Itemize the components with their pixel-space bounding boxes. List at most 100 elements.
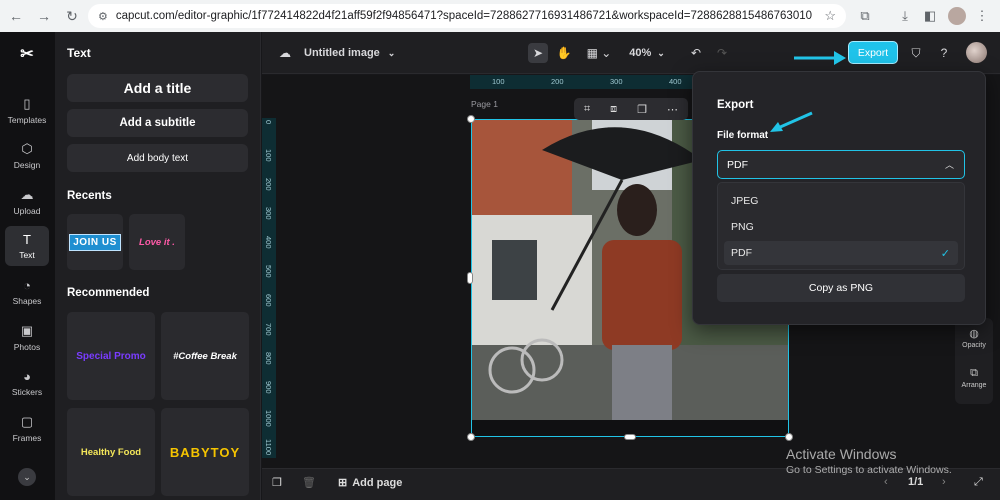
rail-label: Text [19,250,35,260]
prev-page-icon[interactable]: ‹ [884,476,888,488]
rail-label: Templates [7,114,47,125]
cloud-save-icon[interactable]: ☁ [276,43,294,63]
rail-label: Frames [12,432,42,443]
add-page-button[interactable]: ⊞ Add page [338,476,402,490]
rail-item-shapes[interactable]: ◔ Shapes [5,272,49,312]
rail-label: Stickers [11,387,43,397]
recommended-item[interactable]: Special Promo [67,312,155,400]
recent-item[interactable]: JOIN US [67,214,123,270]
resize-handle[interactable] [785,433,793,441]
layout-icon[interactable]: ▦ ⌄ [584,43,614,63]
format-option-png[interactable]: PNG [724,215,958,239]
smart-crop-icon[interactable]: ⧈ [610,103,617,116]
rail-label: Upload [13,205,41,216]
rail-label: Design [13,159,41,170]
arrange-label: Arrange [961,382,987,389]
recent-item-label: JOIN US [69,233,121,251]
back-icon[interactable]: ← [4,4,28,28]
resize-handle[interactable] [467,272,473,284]
frames-icon: ▢ [20,413,34,429]
export-button[interactable]: Export [848,41,898,64]
ruler-tick-label: 200 [551,77,564,86]
recommended-item[interactable]: Healthy Food [67,408,155,496]
browser-menu-icon[interactable]: ⋮ [970,4,994,28]
recent-item[interactable]: Love it . [129,214,185,270]
select-pointer-icon[interactable]: ➤ [528,43,548,63]
text-panel: Text Add a title Add a subtitle Add body… [55,32,261,500]
rail-item-design[interactable]: ⬡ Design [5,135,49,175]
document-title[interactable]: Untitled image ⌄ [304,43,395,63]
rail-item-frames[interactable]: ▢ Frames [5,408,49,448]
photos-icon: ▣ [20,322,34,338]
stickers-icon: ◕ [23,369,31,384]
resize-handle[interactable] [467,115,475,123]
crop-icon[interactable]: ⌗ [584,103,590,116]
fit-screen-icon[interactable]: ⤢ [974,476,983,489]
hand-pan-icon[interactable]: ✋ [554,43,574,63]
editor-toolbar: ☁ Untitled image ⌄ ➤ ✋ ▦ ⌄ 40% ⌄ ↶ ↷ Exp… [262,32,1000,74]
recommended-item[interactable]: #Coffee Break [161,312,249,400]
recommended-item[interactable]: BABYTOY [161,408,249,496]
file-format-value: PDF [727,158,748,171]
forward-icon[interactable]: → [32,4,56,28]
capcut-logo-icon[interactable]: ✂ [16,44,38,63]
resize-handle[interactable] [467,433,475,441]
add-title-button[interactable]: Add a title [67,74,248,102]
bookmark-star-icon[interactable]: ☆ [824,8,836,24]
next-page-icon[interactable]: › [942,476,946,488]
more-options-icon[interactable]: ⋯ [667,103,678,116]
ruler-tick-label: 500 [264,265,273,278]
design-icon: ⬡ [21,140,33,156]
windows-activation-watermark: Activate Windows [786,446,897,462]
file-format-select[interactable]: PDF ︿ [717,150,965,179]
redo-icon[interactable]: ↷ [712,43,732,63]
ruler-tick-label: 900 [264,381,273,394]
ruler-tick-label: 600 [264,294,273,307]
rail-item-stickers[interactable]: ◕ Stickers [5,363,49,403]
rail-item-photos[interactable]: ▣ Photos [5,317,49,357]
recommended-item-label: BABYTOY [169,444,241,460]
ruler-tick-label: 100 [264,149,273,162]
recommended-item-label: Special Promo [76,350,146,362]
format-option-label: PNG [731,221,754,233]
expand-chevron-icon[interactable]: ⌄ [18,468,36,486]
copy-as-png-button[interactable]: Copy as PNG [717,274,965,302]
shield-icon[interactable]: ⛉ [906,43,926,63]
rail-item-text[interactable]: T Text [5,226,49,266]
arrange-button[interactable]: ⧉ Arrange [955,358,993,398]
reload-icon[interactable]: ↻ [60,4,84,28]
url-text: capcut.com/editor-graphic/1f772414822d4f… [115,10,813,22]
windows-activation-subtext: Go to Settings to activate Windows. [786,464,952,476]
ruler-tick-label: 400 [264,236,273,249]
resize-handle[interactable] [624,434,636,440]
add-body-text-button[interactable]: Add body text [67,144,248,172]
ruler-tick-label: 0 [264,120,273,125]
duplicate-page-icon[interactable]: ❐ [272,476,282,489]
chevron-up-icon: ︿ [944,160,954,170]
rail-item-templates[interactable]: ▯ Templates [5,90,49,130]
site-info-icon[interactable]: ⚙ [98,10,108,23]
browser-profile-avatar[interactable] [945,4,969,28]
upload-icon: ☁ [20,186,34,202]
zoom-control[interactable]: 40% ⌄ [622,43,672,63]
format-option-pdf[interactable]: PDF ✓ [724,241,958,265]
duplicate-icon[interactable]: ❐ [637,103,647,116]
download-icon[interactable]: ⤓ [893,4,917,28]
user-avatar[interactable] [966,42,987,63]
sidepanel-icon[interactable]: ◧ [918,4,942,28]
address-bar[interactable]: ⚙ capcut.com/editor-graphic/1f772414822d… [88,4,846,28]
format-option-label: PDF [731,247,752,259]
ruler-tick-label: 800 [264,352,273,365]
add-subtitle-button[interactable]: Add a subtitle [67,109,248,137]
page-counter: 1/1 [908,476,924,488]
help-icon[interactable]: ? [934,43,954,63]
chevron-down-icon: ⌄ [657,47,665,58]
undo-icon[interactable]: ↶ [686,43,706,63]
extensions-icon[interactable]: ⧉ [853,4,877,28]
delete-page-icon[interactable]: 🗑 [302,476,316,489]
format-option-jpeg[interactable]: JPEG [724,189,958,213]
zoom-level: 40% [629,47,652,59]
ruler-tick-label: 1000 [264,410,273,427]
rail-item-upload[interactable]: ☁ Upload [5,181,49,221]
opacity-label: Opacity [962,342,986,349]
